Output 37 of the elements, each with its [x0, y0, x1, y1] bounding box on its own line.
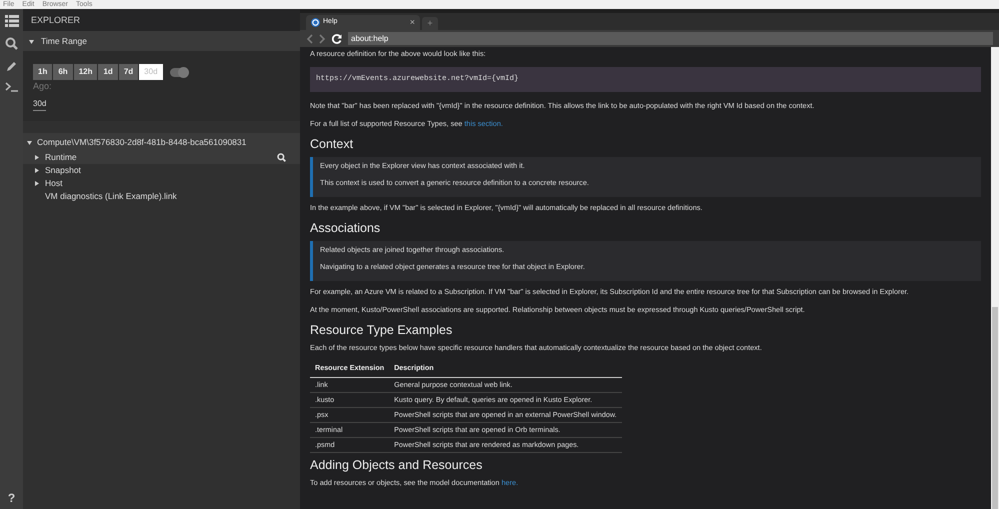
tree-item[interactable]: VM diagnostics (Link Example).link [23, 190, 300, 202]
collapsed-caret-icon[interactable] [35, 168, 39, 172]
range-button[interactable]: 1h [33, 64, 52, 80]
section-heading: Context [310, 137, 354, 152]
expanded-caret-icon[interactable] [29, 40, 34, 44]
section-heading: Associations [310, 221, 382, 236]
range-button[interactable]: 12h [74, 64, 98, 80]
search-icon[interactable] [277, 152, 286, 162]
ago-field[interactable]: 30d [33, 98, 46, 110]
forward-icon[interactable] [319, 34, 326, 44]
toggle-switch[interactable] [170, 68, 188, 76]
address-field[interactable]: about:help [348, 32, 993, 45]
tree-item[interactable]: Compute\VM\3f576830-2d8f-481b-8448-bca561090831 [23, 132, 300, 150]
refresh-icon[interactable] [332, 34, 342, 44]
range-button[interactable]: 7d [118, 64, 138, 80]
section-heading: Adding Objects and Resources [310, 458, 484, 472]
list-icon[interactable] [4, 15, 18, 27]
search-icon[interactable] [5, 37, 18, 50]
new-tab-button[interactable]: + [422, 17, 438, 30]
tree-item[interactable]: Runtime [23, 150, 300, 164]
help-icon [311, 18, 320, 27]
field-label: Ago: [33, 81, 52, 91]
panel-title: EXPLORER [23, 9, 300, 31]
section-heading: Resource Type Examples [310, 323, 454, 338]
collapsed-caret-icon[interactable] [35, 180, 39, 186]
range-button[interactable]: 1d [98, 64, 118, 80]
section-header[interactable]: Time Range [23, 31, 300, 51]
range-button[interactable]: 6h [53, 64, 73, 80]
back-icon[interactable] [306, 34, 313, 44]
help-button[interactable]: ? [8, 489, 16, 507]
pencil-icon[interactable] [6, 60, 18, 72]
terminal-icon[interactable] [4, 82, 18, 92]
close-icon[interactable]: × [410, 16, 415, 30]
collapsed-caret-icon[interactable] [35, 154, 39, 160]
tree-item[interactable]: Host [23, 176, 300, 190]
tree-item[interactable]: Snapshot [23, 164, 300, 176]
expanded-caret-icon[interactable] [27, 140, 32, 144]
